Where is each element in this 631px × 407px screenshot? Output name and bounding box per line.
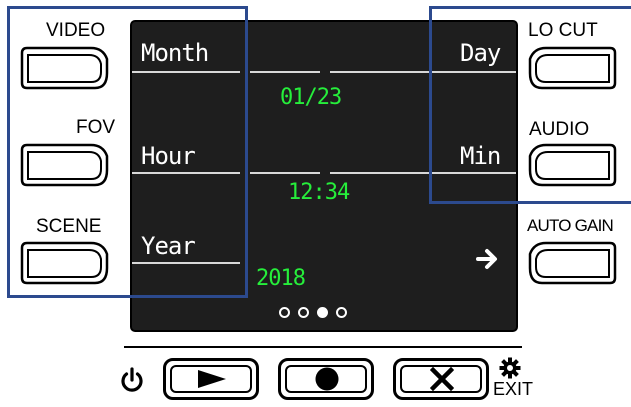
power-icon[interactable] — [119, 367, 145, 393]
page-dot-4 — [336, 307, 347, 318]
date-value[interactable]: 01/23 — [280, 85, 342, 110]
time-value[interactable]: 12:34 — [288, 180, 350, 205]
gear-icon[interactable] — [499, 357, 521, 379]
play-button[interactable] — [163, 358, 259, 400]
close-button[interactable] — [393, 358, 489, 400]
close-icon — [430, 367, 454, 391]
year-value[interactable]: 2018 — [256, 266, 306, 291]
right-highlight-frame — [429, 6, 631, 204]
bottom-divider — [124, 346, 522, 348]
time-divider-right — [330, 172, 430, 174]
date-divider-right — [330, 71, 430, 73]
record-button[interactable] — [278, 358, 374, 400]
right-arrow-icon[interactable] — [476, 246, 500, 272]
auto-gain-label: AUTO GAIN — [527, 216, 614, 235]
page-dot-2 — [298, 307, 309, 318]
play-icon — [198, 370, 226, 388]
exit-label: EXIT — [493, 379, 534, 399]
record-icon — [315, 367, 339, 391]
time-divider-left — [250, 172, 320, 174]
left-highlight-frame — [7, 6, 248, 298]
page-dot-1 — [279, 307, 290, 318]
date-divider-left — [250, 71, 320, 73]
auto-gain-button[interactable] — [526, 240, 618, 286]
page-dot-3 — [317, 307, 328, 318]
